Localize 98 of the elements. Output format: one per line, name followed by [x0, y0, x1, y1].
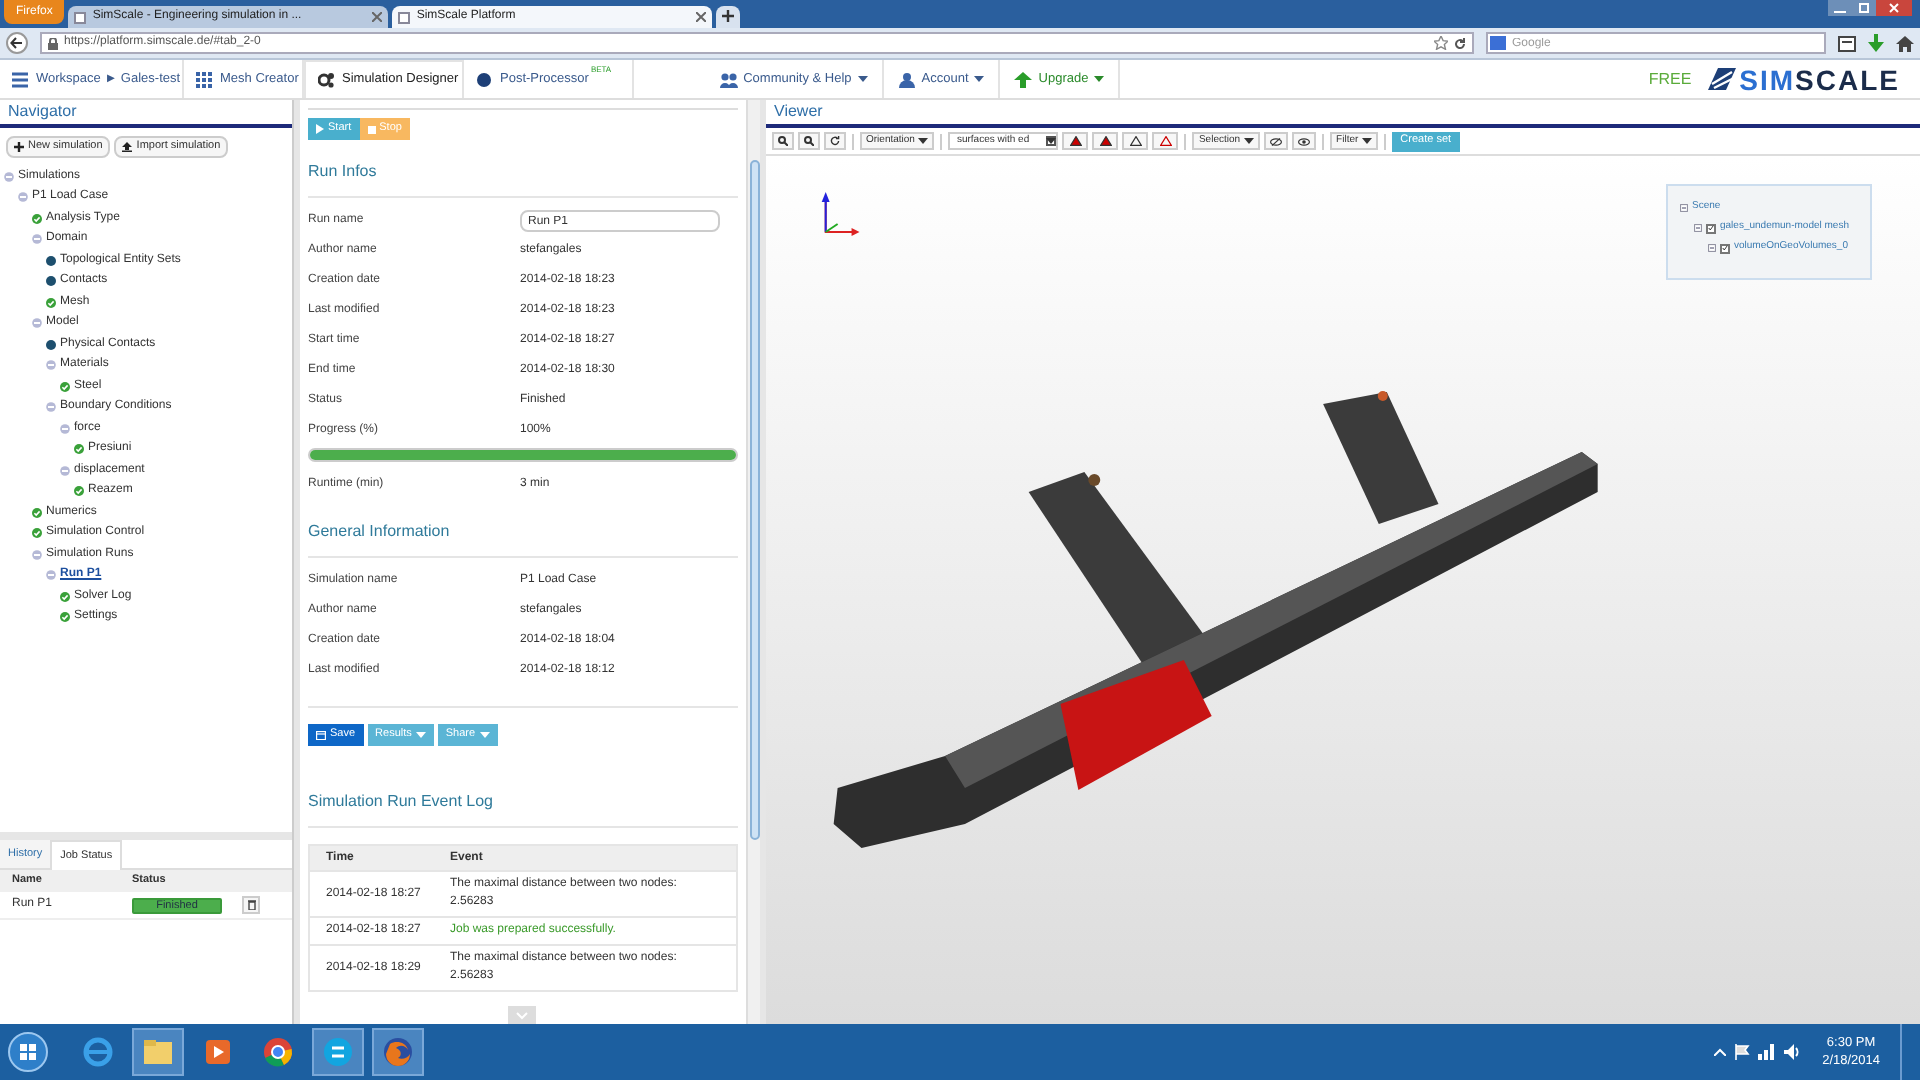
- stop-icon: [367, 125, 376, 133]
- new-tab-button[interactable]: [716, 6, 741, 28]
- flag-icon[interactable]: [1734, 1044, 1751, 1060]
- zoom-out-button[interactable]: [798, 132, 820, 150]
- list-icon: [12, 71, 28, 87]
- panel-title: Navigator: [0, 100, 292, 128]
- eye-icon: [1298, 137, 1311, 145]
- delete-button[interactable]: [242, 896, 260, 914]
- axes-drawing: [821, 192, 860, 236]
- close-icon[interactable]: [372, 12, 383, 22]
- chat-app-icon: [320, 1034, 356, 1070]
- caret-icon: [479, 732, 490, 738]
- checkbox[interactable]: [1706, 223, 1716, 233]
- bookmarks-icon[interactable]: [1838, 35, 1856, 51]
- check-circle-icon: [32, 528, 42, 539]
- chrome-icon: [260, 1034, 296, 1070]
- folder-icon: [140, 1034, 176, 1070]
- fox-browser-icon: [380, 1034, 416, 1070]
- triangle-icon: [1159, 136, 1172, 146]
- display-mode-button[interactable]: [1152, 132, 1179, 150]
- scrollbar[interactable]: [746, 100, 760, 1024]
- chevron-down-icon: [516, 1011, 528, 1019]
- media-player-icon: [200, 1034, 236, 1070]
- display-mode-button[interactable]: [1092, 132, 1119, 150]
- panel-title: Viewer: [766, 100, 1920, 128]
- display-mode-button[interactable]: [1062, 132, 1089, 150]
- collapse-icon[interactable]: [1708, 244, 1716, 252]
- check-circle-icon: [60, 612, 70, 623]
- page-icon: [398, 11, 411, 23]
- upload-icon: [122, 142, 133, 152]
- dot-icon: [46, 339, 56, 350]
- taskbar-button[interactable]: [132, 1028, 184, 1076]
- caret-icon: [918, 138, 929, 144]
- calendar-icon: [316, 730, 326, 740]
- network-icon[interactable]: [1758, 1044, 1777, 1060]
- hide-button[interactable]: [1264, 132, 1289, 150]
- maximize-icon[interactable]: [1852, 0, 1876, 16]
- check-circle-icon: [60, 381, 70, 392]
- caret-icon: [974, 76, 985, 82]
- check-circle-icon: [46, 297, 56, 308]
- zoom-in-button[interactable]: [772, 132, 794, 150]
- browser-icon: [80, 1034, 116, 1070]
- plus-icon: [722, 10, 735, 22]
- upgrade-arrow-icon: [1014, 71, 1033, 87]
- caret-icon: [1362, 138, 1373, 144]
- people-icon: [719, 71, 738, 87]
- page-icon: [74, 11, 87, 23]
- triangle-icon: [1129, 136, 1142, 146]
- triangle-icon: [1099, 136, 1112, 146]
- lock-icon: [48, 37, 58, 49]
- show-button[interactable]: [1292, 132, 1317, 150]
- speaker-icon[interactable]: [1784, 1044, 1803, 1060]
- collapse-icon[interactable]: [1680, 204, 1688, 212]
- collapse-icon[interactable]: [1694, 224, 1702, 232]
- check-circle-icon: [32, 213, 42, 224]
- caret-icon: [1046, 138, 1057, 144]
- close-icon[interactable]: [696, 12, 707, 22]
- search-icon: [778, 136, 788, 146]
- triangle-icon: [1069, 136, 1082, 146]
- dot-icon: [46, 255, 56, 266]
- trash-icon: [247, 900, 255, 910]
- check-icon: [1708, 224, 1714, 232]
- check-circle-icon: [60, 591, 70, 602]
- caret-icon: [857, 76, 868, 82]
- plan-label: FREE: [1648, 67, 1692, 91]
- close-icon[interactable]: [1876, 0, 1912, 16]
- grid-icon: [196, 71, 212, 87]
- search-icon: [804, 136, 814, 146]
- display-mode-button[interactable]: [1122, 132, 1149, 150]
- caret-icon: [1244, 138, 1255, 144]
- dot-icon: [476, 71, 492, 87]
- check-circle-icon: [74, 444, 84, 455]
- plus-icon: [14, 142, 24, 152]
- minimize-icon[interactable]: [1828, 0, 1852, 16]
- home-icon[interactable]: [1896, 35, 1914, 51]
- logo-text: SIMSCALE: [1739, 65, 1900, 93]
- reload-icon[interactable]: [1454, 37, 1466, 49]
- checkbox[interactable]: [1720, 243, 1730, 253]
- back-icon[interactable]: [6, 32, 28, 54]
- person-icon: [897, 71, 916, 87]
- refresh-icon: [830, 136, 840, 146]
- taskbar-button[interactable]: [372, 1028, 424, 1076]
- check-circle-icon: [32, 507, 42, 518]
- dot-icon: [46, 276, 56, 287]
- star-icon[interactable]: [1434, 36, 1448, 50]
- caret-icon: [1094, 76, 1105, 82]
- check-icon: [1722, 244, 1728, 252]
- caret-icon: [415, 732, 426, 738]
- eye-slash-icon: [1270, 137, 1283, 145]
- start-orb-icon[interactable]: [8, 1032, 48, 1072]
- section-title: Run Infos: [308, 160, 738, 198]
- download-icon[interactable]: [1868, 34, 1884, 52]
- reset-button[interactable]: [824, 132, 846, 150]
- logo-stripes-icon: [1707, 68, 1736, 90]
- check-circle-icon: [74, 486, 84, 497]
- section-title: General Information: [308, 520, 738, 558]
- section-title: Simulation Run Event Log: [308, 790, 738, 828]
- play-icon: [316, 124, 324, 134]
